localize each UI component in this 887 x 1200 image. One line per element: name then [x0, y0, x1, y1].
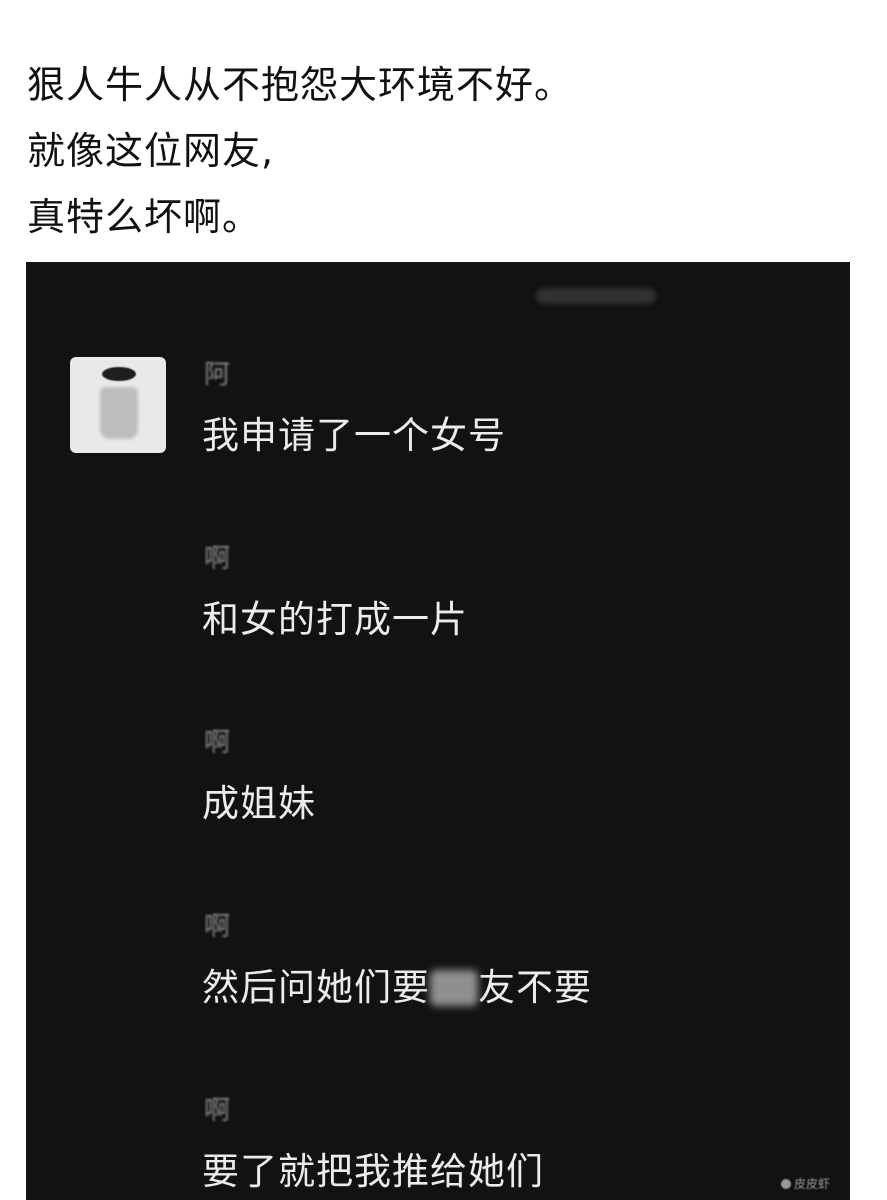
post-caption: 狠人牛人从不抱怨大环境不好。 就像这位网友, 真特么坏啊。 — [27, 52, 867, 250]
sender-name: 啊 — [204, 1096, 231, 1126]
sender-name: 啊 — [204, 544, 231, 574]
avatar-hair — [102, 367, 136, 381]
sender-name: 阿 — [204, 360, 231, 390]
caption-line-3: 真特么坏啊。 — [27, 195, 262, 239]
message-text[interactable]: 要了就把我推给她们 — [202, 1150, 544, 1194]
message-text[interactable]: 然后问她们要 友不要 — [202, 966, 592, 1010]
message-text[interactable]: 和女的打成一片 — [202, 598, 468, 642]
watermark-text: 皮皮虾 — [793, 1177, 830, 1191]
message-text-part: 然后问她们要 — [202, 966, 430, 1009]
sender-name: 啊 — [204, 912, 231, 942]
message-text[interactable]: 成姐妹 — [202, 782, 316, 826]
sender-name: 啊 — [204, 728, 231, 758]
blurred-status-bar — [536, 288, 656, 304]
message-text-part: 友不要 — [478, 966, 592, 1009]
censor-mosaic — [430, 970, 478, 1006]
avatar-figure — [100, 387, 138, 439]
chat-screenshot: 阿 我申请了一个女号 啊 和女的打成一片 啊 成姐妹 啊 然后问她们要 友不要 啊… — [26, 262, 850, 1200]
avatar[interactable] — [70, 357, 166, 453]
watermark: 皮皮虾 — [780, 1175, 830, 1192]
caption-line-2: 就像这位网友, — [27, 129, 275, 173]
caption-line-1: 狠人牛人从不抱怨大环境不好。 — [27, 63, 574, 107]
watermark-logo-icon — [780, 1179, 791, 1189]
message-text[interactable]: 我申请了一个女号 — [202, 414, 506, 458]
